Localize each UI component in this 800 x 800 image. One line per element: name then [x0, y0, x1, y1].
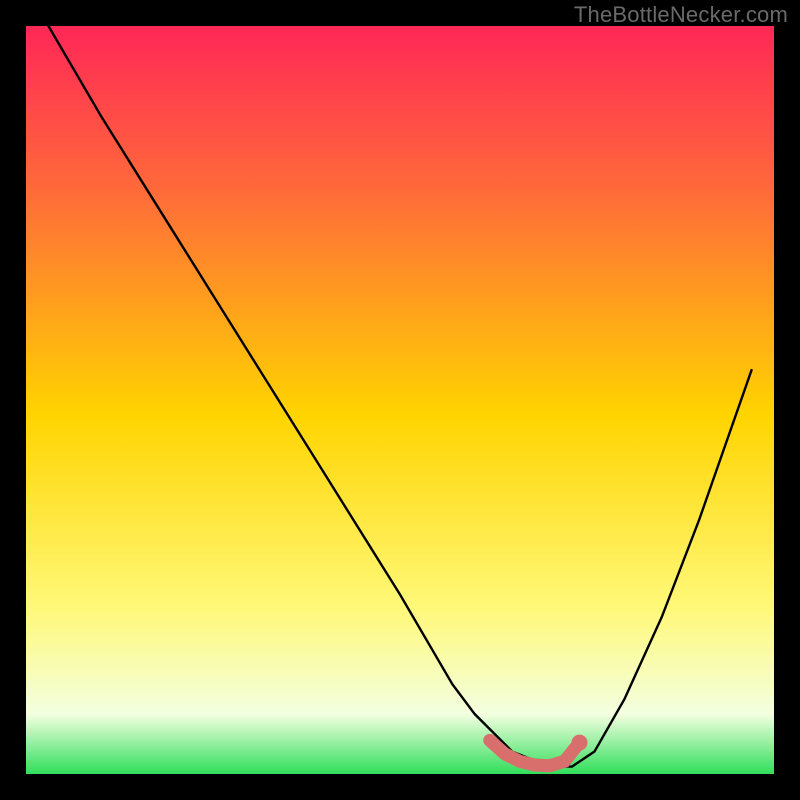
- chart-container: TheBottleNecker.com: [0, 0, 800, 800]
- watermark-text: TheBottleNecker.com: [574, 2, 788, 28]
- highlight-end-dot: [572, 735, 588, 751]
- bottleneck-chart: [0, 0, 800, 800]
- chart-background: [26, 26, 774, 774]
